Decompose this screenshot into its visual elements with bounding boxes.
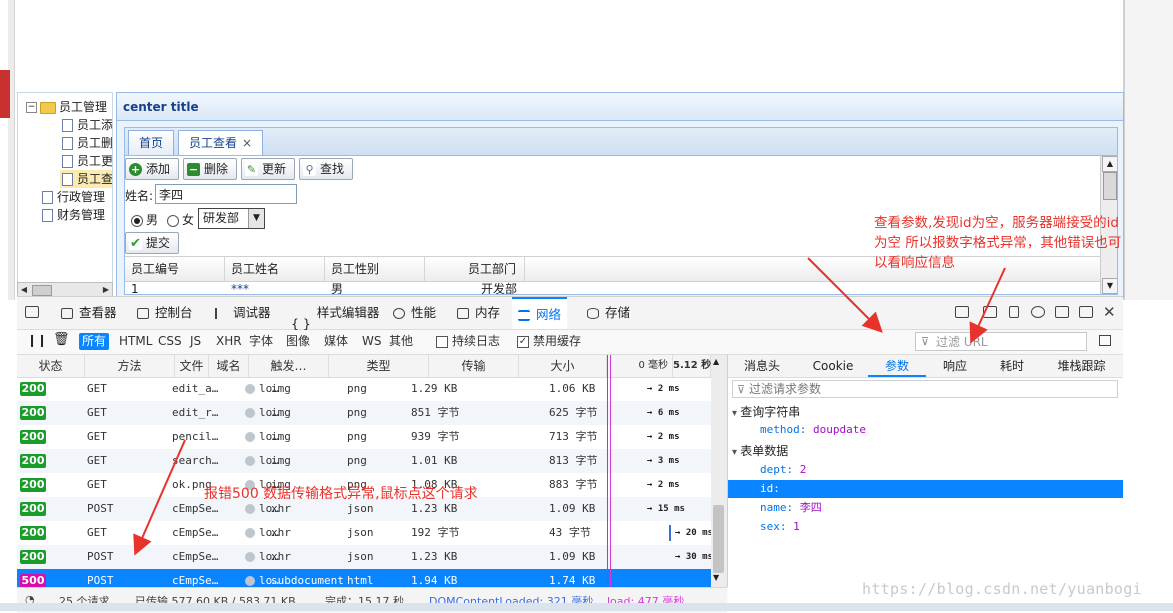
arrow-to-500-request (133, 439, 186, 556)
arrow-to-params-tab (807, 257, 883, 333)
watermark-text: https://blog.csdn.net/yuanbogi (862, 580, 1142, 598)
taskbar-strip (0, 603, 1173, 611)
arrow-to-id-param (969, 267, 1006, 344)
annotation-arrows (133, 257, 1006, 556)
